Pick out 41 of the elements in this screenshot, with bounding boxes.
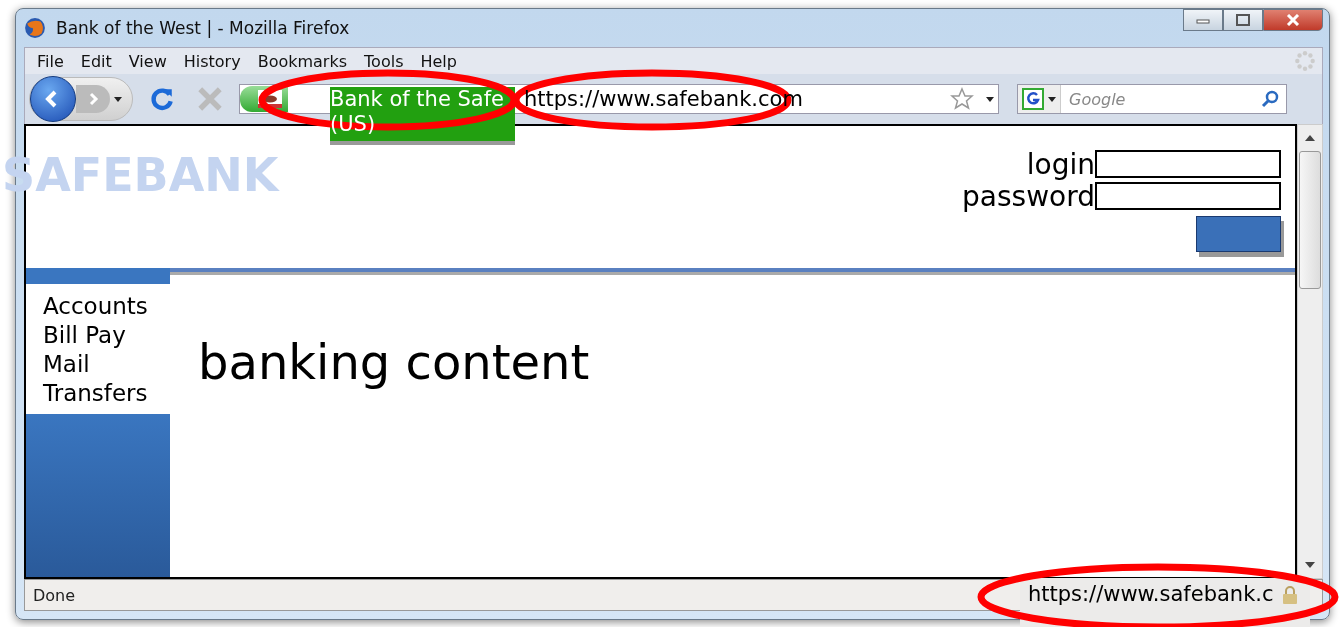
maximize-icon — [1236, 14, 1250, 26]
minimize-button[interactable] — [1183, 9, 1223, 31]
menu-item[interactable]: Tools — [356, 51, 413, 71]
letter-g-icon — [1022, 88, 1044, 110]
reload-icon[interactable] — [149, 86, 175, 112]
login-label: login — [1026, 147, 1095, 181]
search-icon[interactable] — [1260, 89, 1280, 109]
menu-item[interactable]: View — [120, 51, 176, 71]
menu-item[interactable]: Edit — [72, 51, 121, 71]
dropdown-icon[interactable] — [1048, 96, 1056, 102]
search-box[interactable]: Google — [1017, 84, 1287, 114]
fake-status-url: https://www.safebank.c — [1028, 582, 1274, 606]
close-icon — [1285, 14, 1301, 26]
globe-icon — [24, 17, 46, 39]
scroll-up-icon[interactable] — [1305, 135, 1315, 141]
login-field[interactable] — [1095, 150, 1281, 178]
password-label: password — [962, 179, 1095, 213]
star-icon[interactable] — [950, 87, 974, 111]
content-heading: banking content — [198, 334, 590, 392]
back-button[interactable] — [30, 76, 76, 122]
menu-item[interactable]: History — [175, 51, 250, 71]
dropdown-icon[interactable] — [114, 96, 122, 102]
scroll-thumb[interactable] — [1299, 151, 1321, 289]
menu-item[interactable]: Help — [412, 51, 466, 71]
nav-link[interactable]: Accounts — [43, 292, 170, 321]
nav-link[interactable]: Bill Pay — [43, 321, 170, 350]
menu-item[interactable]: Bookmarks — [249, 51, 357, 71]
password-field[interactable] — [1095, 182, 1281, 210]
nav-link[interactable]: Transfers — [43, 379, 170, 408]
status-text: Done — [33, 585, 76, 605]
maximize-button[interactable] — [1223, 9, 1263, 31]
window-title: Bank of the West | - Mozilla Firefox — [56, 18, 350, 38]
nav-link[interactable]: Mail — [43, 350, 170, 379]
minimize-icon — [1196, 16, 1210, 24]
dropdown-icon[interactable] — [986, 96, 994, 102]
close-button[interactable] — [1263, 9, 1323, 31]
throbber-icon — [1294, 50, 1316, 72]
menu-item[interactable]: File — [29, 51, 73, 71]
scroll-down-icon[interactable] — [1305, 562, 1315, 568]
padlock-icon — [1281, 585, 1298, 605]
scrollbar[interactable] — [1297, 124, 1323, 579]
